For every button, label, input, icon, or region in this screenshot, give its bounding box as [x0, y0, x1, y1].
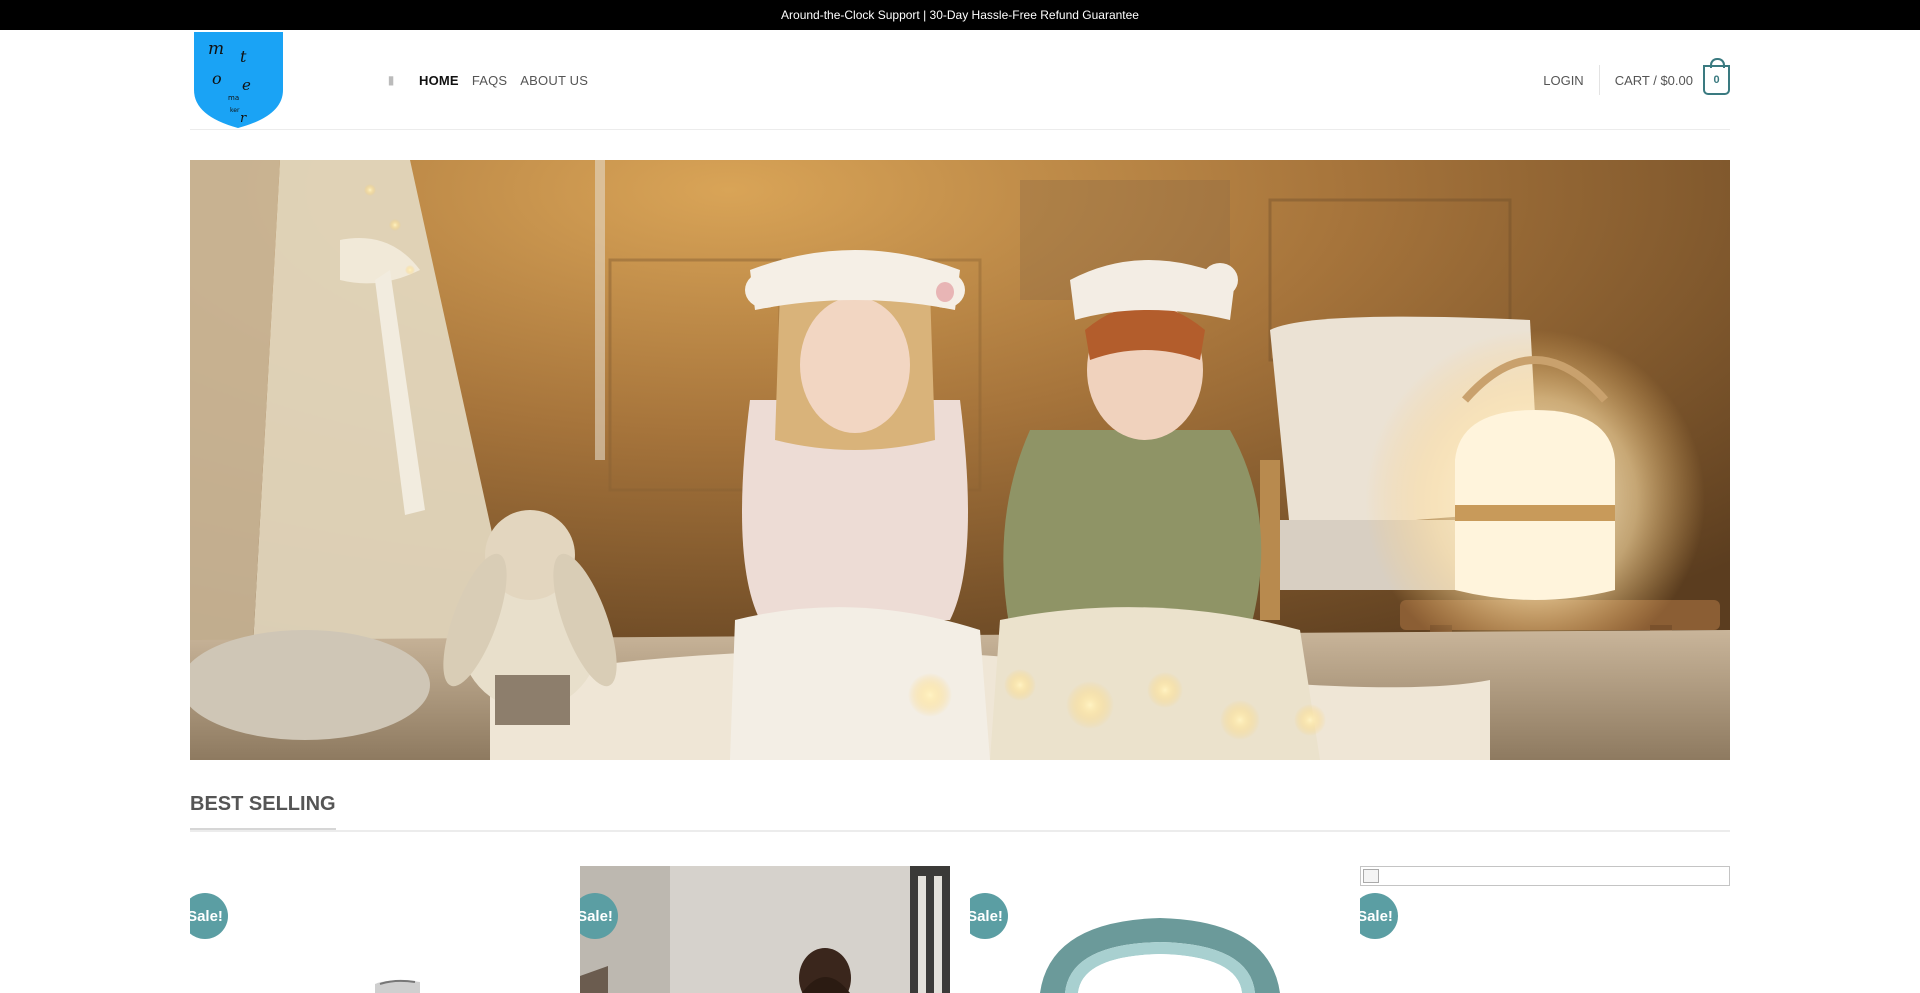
product-card[interactable]: Sale! — [580, 866, 950, 993]
svg-text:ma: ma — [228, 94, 239, 102]
svg-text:t: t — [240, 47, 247, 66]
nav-item-faqs[interactable]: FAQS — [472, 73, 507, 88]
cart-link[interactable]: CART / $0.00 — [1615, 73, 1693, 88]
product-card[interactable]: Sale! — [190, 866, 560, 993]
announcement-text: Around-the-Clock Support | 30-Day Hassle… — [781, 8, 1139, 22]
menu-icon[interactable]: ▮ — [384, 73, 398, 87]
product-image — [580, 866, 950, 993]
cart-count: 0 — [1713, 74, 1720, 86]
cart-bag-icon[interactable]: 0 — [1703, 58, 1730, 95]
sale-badge: Sale! — [1360, 893, 1398, 939]
product-grid: Sale! Sale! Sale! Sale! — [190, 866, 1730, 993]
site-header: m t o e ma ker r ▮ HOME FAQS ABOUT US LO… — [190, 30, 1730, 130]
nav-item-home[interactable]: HOME — [419, 73, 459, 88]
product-card[interactable]: Sale! — [1360, 866, 1730, 993]
site-logo[interactable]: m t o e ma ker r — [192, 32, 285, 128]
login-link[interactable]: LOGIN — [1543, 73, 1598, 88]
product-image — [375, 979, 420, 993]
svg-text:r: r — [240, 111, 247, 126]
logo-shield-icon: m t o e ma ker r — [194, 32, 283, 128]
hero-banner-image[interactable] — [190, 160, 1730, 760]
broken-image-icon — [1363, 869, 1379, 883]
product-card[interactable]: Sale! — [970, 866, 1340, 993]
svg-text:m: m — [208, 39, 224, 59]
product-image — [1040, 918, 1280, 993]
hero-photo — [190, 160, 1730, 760]
svg-text:ker: ker — [230, 107, 240, 114]
best-selling-header: BEST SELLING — [190, 790, 1730, 832]
broken-image-placeholder — [1360, 866, 1730, 886]
svg-text:o: o — [212, 69, 222, 88]
nav-item-about-us[interactable]: ABOUT US — [520, 73, 588, 88]
header-account: LOGIN CART / $0.00 0 — [1543, 30, 1730, 130]
svg-text:e: e — [242, 76, 251, 94]
header-divider — [1598, 65, 1600, 95]
main-nav: ▮ HOME FAQS ABOUT US — [384, 30, 588, 130]
best-selling-title: BEST SELLING — [190, 790, 336, 830]
announcement-bar: Around-the-Clock Support | 30-Day Hassle… — [0, 0, 1920, 30]
